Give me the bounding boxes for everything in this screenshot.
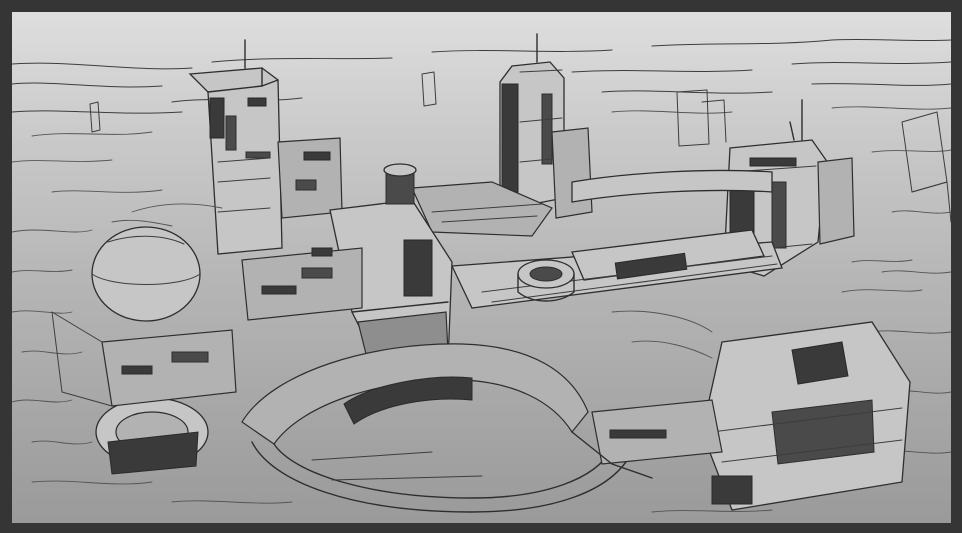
lower-right-structure bbox=[571, 321, 911, 511]
left-tower bbox=[188, 39, 343, 255]
sphere-dome bbox=[91, 226, 201, 322]
concept-sketch-canvas bbox=[12, 12, 951, 523]
sci-fi-base-sketch bbox=[12, 33, 951, 513]
image-viewer-frame bbox=[0, 0, 962, 533]
bridge-walkway bbox=[411, 169, 783, 309]
ring-platform bbox=[51, 311, 633, 513]
